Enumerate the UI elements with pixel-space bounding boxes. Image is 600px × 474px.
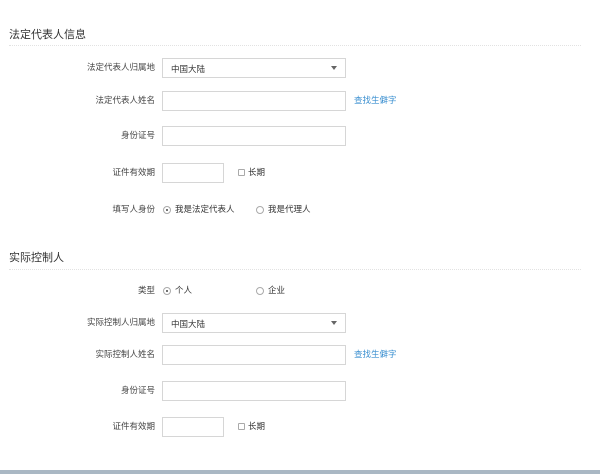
section-divider xyxy=(9,45,581,46)
radio-agent[interactable] xyxy=(256,206,264,214)
find-rare-char-link[interactable]: 查找生僻字 xyxy=(354,95,397,107)
controller-region-select[interactable]: 中国大陆 xyxy=(162,313,346,333)
controller-region-label: 实际控制人归属地 xyxy=(86,318,155,328)
controller-id-input[interactable] xyxy=(162,381,346,401)
section-title-controller: 实际控制人 xyxy=(9,251,64,264)
radio-individual[interactable] xyxy=(163,287,171,295)
controller-name-label: 实际控制人姓名 xyxy=(95,350,155,360)
radio-legal-rep[interactable] xyxy=(163,206,171,214)
type-label: 类型 xyxy=(137,286,155,296)
section-title-legal-rep: 法定代表人信息 xyxy=(9,28,86,41)
filler-label: 填写人身份 xyxy=(112,205,155,215)
long-term-checkbox[interactable] xyxy=(238,169,245,176)
legal-rep-validity-input[interactable] xyxy=(162,163,224,183)
radio-enterprise-label: 企业 xyxy=(268,286,286,296)
region-select-value: 中国大陆 xyxy=(171,65,206,75)
controller-long-term-label: 长期 xyxy=(248,422,266,432)
find-rare-char-link[interactable]: 查找生僻字 xyxy=(354,349,397,361)
radio-agent-label: 我是代理人 xyxy=(268,205,311,215)
bottom-border xyxy=(0,470,600,474)
controller-validity-label: 证件有效期 xyxy=(112,422,155,432)
legal-rep-id-input[interactable] xyxy=(162,126,346,146)
chevron-down-icon xyxy=(331,66,337,70)
controller-name-input[interactable] xyxy=(162,345,346,365)
legal-rep-region-select[interactable]: 中国大陆 xyxy=(162,58,346,78)
long-term-label: 长期 xyxy=(248,168,266,178)
section-divider xyxy=(9,269,581,270)
region-label: 法定代表人归属地 xyxy=(86,63,155,73)
name-label: 法定代表人姓名 xyxy=(95,96,155,106)
radio-enterprise[interactable] xyxy=(256,287,264,295)
validity-label: 证件有效期 xyxy=(112,168,155,178)
chevron-down-icon xyxy=(331,321,337,325)
controller-id-label: 身份证号 xyxy=(120,386,155,396)
region-select-value: 中国大陆 xyxy=(171,320,206,330)
legal-rep-name-input[interactable] xyxy=(162,91,346,111)
controller-validity-input[interactable] xyxy=(162,417,224,437)
radio-legal-rep-label: 我是法定代表人 xyxy=(175,205,235,215)
controller-long-term-checkbox[interactable] xyxy=(238,423,245,430)
radio-individual-label: 个人 xyxy=(175,286,193,296)
id-label: 身份证号 xyxy=(120,131,155,141)
